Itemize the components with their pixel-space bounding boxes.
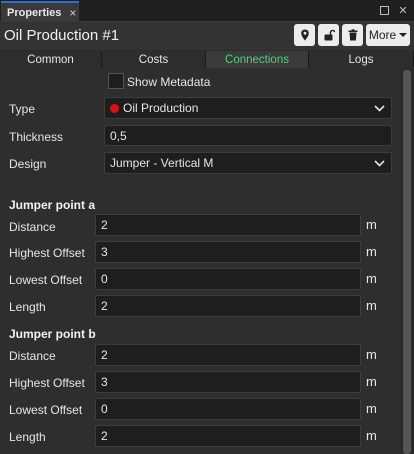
jumper-a-distance-label: Distance: [9, 220, 56, 234]
chevron-down-icon: [399, 33, 408, 37]
design-value: Jumper - Vertical M: [110, 156, 214, 170]
thickness-label: Thickness: [9, 130, 64, 144]
type-color-swatch: [110, 104, 119, 114]
show-metadata-checkbox[interactable]: [108, 73, 124, 89]
jumper-point-a-heading: Jumper point a: [9, 198, 96, 212]
jumper-a-lowest-offset-unit: m: [366, 271, 377, 286]
properties-window-tab[interactable]: Properties ×: [1, 1, 79, 22]
more-label: More: [368, 28, 397, 42]
jumper-a-distance-input[interactable]: 2: [95, 214, 361, 236]
trash-icon: [348, 29, 357, 41]
close-icon[interactable]: ✕: [396, 3, 410, 17]
chevron-down-icon: [374, 104, 385, 112]
design-select[interactable]: Jumper - Vertical M: [104, 152, 392, 174]
jumper-b-length-input[interactable]: 2: [95, 425, 361, 447]
more-menu-button[interactable]: More: [366, 24, 410, 46]
jumper-b-lowest-offset-unit: m: [366, 401, 377, 416]
jumper-b-distance-input[interactable]: 2: [95, 344, 361, 366]
tab-connections-label: Connections: [225, 53, 289, 66]
jumper-a-length-input[interactable]: 2: [95, 295, 361, 317]
delete-button[interactable]: [342, 24, 363, 46]
tab-logs-label: Logs: [348, 53, 374, 66]
jumper-b-distance-unit: m: [366, 347, 377, 362]
thickness-input[interactable]: 0,5: [104, 125, 392, 146]
jumper-point-b-heading: Jumper point b: [9, 327, 96, 341]
jumper-b-length-label: Length: [9, 430, 46, 444]
jumper-a-lowest-offset-label: Lowest Offset: [9, 273, 83, 287]
type-value: Oil Production: [123, 101, 199, 115]
tab-costs-label: Costs: [138, 53, 169, 66]
location-pin-icon: [300, 29, 309, 41]
design-label: Design: [9, 157, 47, 171]
window-tab-bar: Properties × ✕: [0, 0, 414, 22]
jumper-a-distance-unit: m: [366, 217, 377, 232]
object-title: Oil Production #1: [4, 27, 120, 44]
tab-logs[interactable]: Logs: [309, 51, 414, 68]
type-label: Type: [9, 102, 36, 116]
jumper-a-highest-offset-label: Highest Offset: [9, 246, 85, 260]
tab-common[interactable]: Common: [0, 51, 102, 68]
jumper-b-highest-offset-unit: m: [366, 374, 377, 389]
tab-close-icon[interactable]: ×: [69, 6, 76, 20]
jumper-b-distance-label: Distance: [9, 349, 56, 363]
tab-connections[interactable]: Connections: [206, 51, 309, 68]
jumper-a-length-label: Length: [9, 300, 46, 314]
jumper-b-highest-offset-input[interactable]: 3: [95, 371, 361, 393]
window-tab-title: Properties: [7, 6, 62, 19]
maximize-icon[interactable]: [377, 3, 391, 17]
jumper-a-highest-offset-input[interactable]: 3: [95, 241, 361, 263]
jumper-a-length-unit: m: [366, 298, 377, 313]
lock-toggle-button[interactable]: [318, 24, 339, 46]
locate-button[interactable]: [294, 24, 315, 46]
type-select[interactable]: Oil Production: [104, 97, 392, 119]
chevron-down-icon: [374, 159, 385, 167]
jumper-b-lowest-offset-label: Lowest Offset: [9, 403, 83, 417]
jumper-b-lowest-offset-input[interactable]: 0: [95, 398, 361, 420]
jumper-b-length-unit: m: [366, 428, 377, 443]
jumper-a-lowest-offset-input[interactable]: 0: [95, 268, 361, 290]
section-tabs: Common Costs Connections Logs: [0, 51, 414, 68]
jumper-b-highest-offset-label: Highest Offset: [9, 376, 85, 390]
tab-costs[interactable]: Costs: [102, 51, 206, 68]
tab-common-label: Common: [27, 53, 74, 66]
scrollbar-thumb[interactable]: [403, 70, 411, 454]
show-metadata-label: Show Metadata: [127, 75, 211, 89]
jumper-a-highest-offset-unit: m: [366, 244, 377, 259]
properties-header: Oil Production #1 More: [0, 22, 414, 50]
unlock-icon: [324, 29, 335, 41]
